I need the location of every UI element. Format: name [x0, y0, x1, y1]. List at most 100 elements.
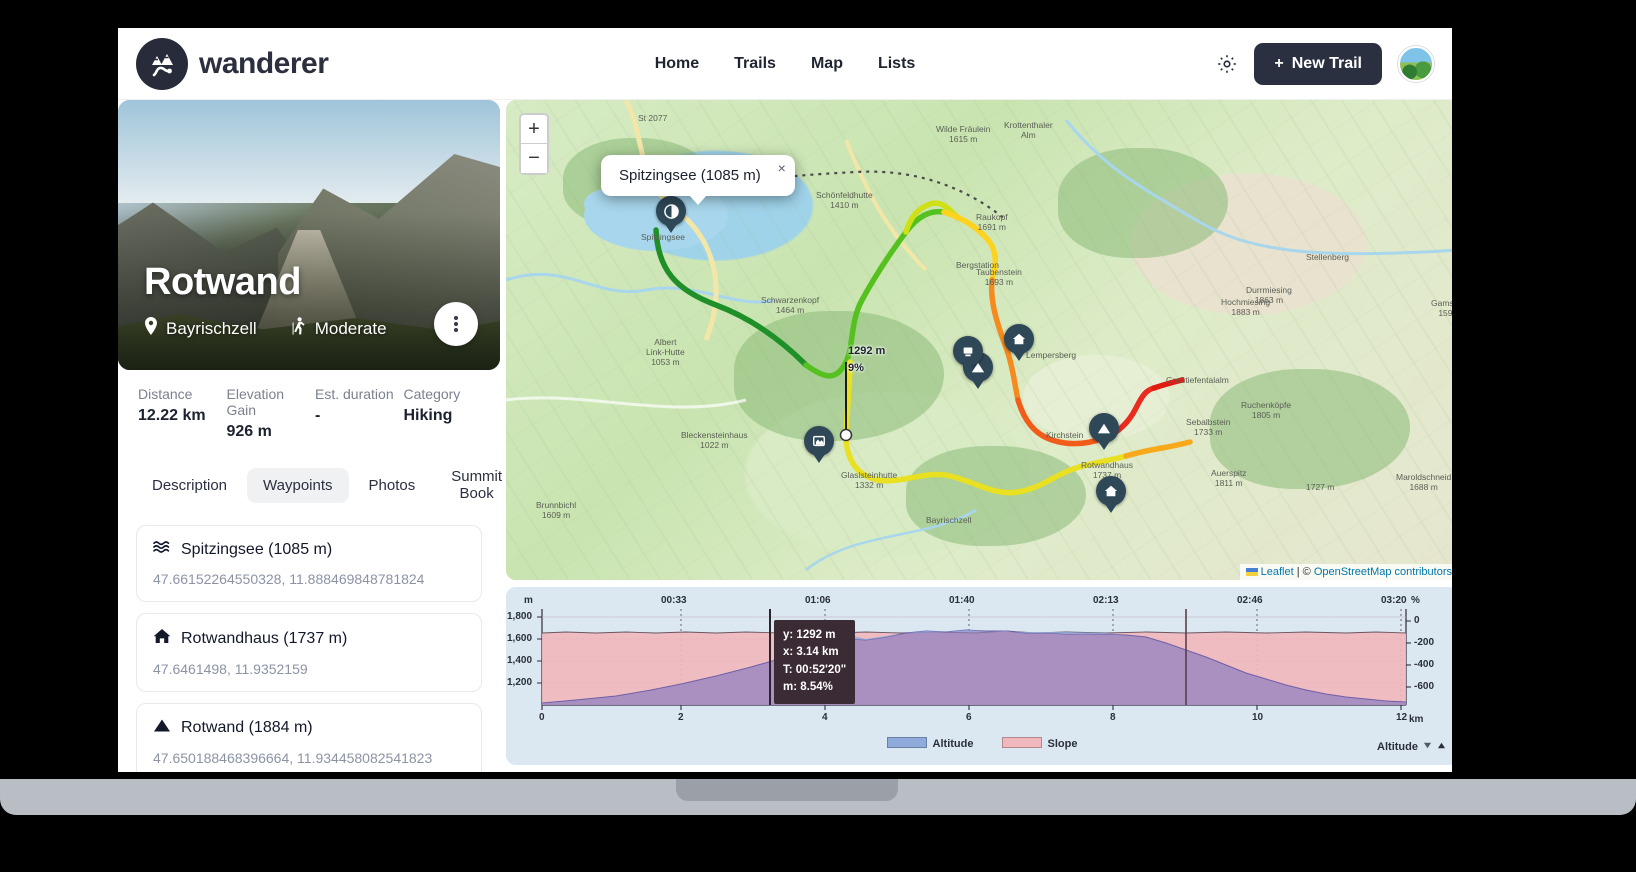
house-icon [153, 628, 171, 649]
attribution-separator: | © [1294, 566, 1314, 578]
waypoint-name: Rotwandhaus (1737 m) [181, 630, 347, 648]
list-item[interactable]: Rotwand (1884 m) 47.650188468396664, 11.… [136, 703, 482, 772]
trail-map[interactable]: 1292 m 9% + − × Spitzingsee (1085 m) [506, 100, 1452, 580]
zoom-out-button[interactable]: − [521, 144, 547, 173]
stat-distance-value: 12.22 km [138, 407, 227, 425]
elevation-profile-chart[interactable]: m % km 1,800 1,600 1,400 1,200 0 -200 -4… [506, 587, 1452, 765]
trail-tabs: Description Waypoints Photos Summit Book [118, 451, 500, 521]
waypoint-title: Spitzingsee (1085 m) [153, 540, 465, 559]
chart-tooltip: y: 1292 m x: 3.14 km T: 00:52'20" m: 8.5… [774, 620, 855, 704]
trail-stats: Distance 12.22 km Elevation Gain 926 m E… [118, 370, 500, 451]
waypoint-name: Spitzingsee (1085 m) [181, 541, 332, 559]
header-actions: + New Trail [1216, 43, 1434, 85]
trail-difficulty-label: Moderate [315, 319, 387, 339]
legend-swatch-altitude [887, 737, 927, 748]
map-marker-hut[interactable] [804, 426, 834, 456]
browser-screen: wanderer Home Trails Map Lists + New Tra… [118, 28, 1452, 772]
trail-location-label: Bayrischzell [166, 319, 257, 339]
zoom-in-button[interactable]: + [521, 115, 547, 144]
nav-item-home[interactable]: Home [655, 55, 699, 73]
waypoint-title: Rotwand (1884 m) [153, 718, 465, 738]
waypoint-title: Rotwandhaus (1737 m) [153, 628, 465, 649]
legend-label-altitude: Altitude [933, 738, 974, 750]
stat-elevation-gain-value: 926 m [227, 423, 316, 441]
waypoint-coordinates: 47.66152264550328, 11.888469848781824 [153, 571, 465, 587]
map-popup: × Spitzingsee (1085 m) [601, 155, 795, 196]
hiker-icon [291, 317, 307, 340]
nav-item-trails[interactable]: Trails [734, 55, 776, 73]
list-item[interactable]: Rotwandhaus (1737 m) 47.6461498, 11.9352… [136, 613, 482, 692]
stat-distance-label: Distance [138, 386, 227, 402]
legend-item-altitude[interactable]: Altitude [887, 737, 974, 750]
leaflet-link[interactable]: Leaflet [1261, 566, 1294, 578]
chart-legend: Altitude Slope [506, 737, 1452, 750]
stat-category-label: Category [404, 386, 493, 402]
new-trail-label: New Trail [1292, 55, 1362, 73]
openstreetmap-link[interactable]: OpenStreetMap contributors [1314, 566, 1452, 578]
map-hover-slope: 9% [848, 362, 864, 374]
trail-difficulty: Moderate [291, 317, 387, 340]
new-trail-button[interactable]: + New Trail [1254, 43, 1382, 85]
sort-desc-icon[interactable] [1423, 741, 1432, 753]
waypoint-coordinates: 47.650188468396664, 11.934458082541823 [153, 750, 465, 766]
water-waves-icon [153, 540, 171, 559]
page-title: Rotwand [144, 261, 301, 304]
legend-swatch-slope [1002, 737, 1042, 748]
map-marker-rotwandhaus[interactable] [1096, 476, 1126, 506]
chart-tooltip-slope: m: 8.54% [783, 679, 846, 696]
tab-photos[interactable]: Photos [353, 468, 432, 503]
map-hover-elevation: 1292 m [848, 345, 885, 357]
page-content: Rotwand Bayrischzell [118, 100, 1452, 772]
stat-duration-label: Est. duration [315, 386, 404, 402]
leaflet-flag-icon [1246, 568, 1258, 576]
map-marker-rotwand[interactable] [1089, 413, 1119, 443]
stat-elevation-gain-label: Elevation Gain [227, 386, 316, 418]
map-marker-station[interactable] [953, 336, 983, 366]
more-options-icon[interactable] [434, 302, 478, 346]
laptop-frame: wanderer Home Trails Map Lists + New Tra… [0, 0, 1636, 872]
map-zoom-controls: + − [519, 113, 549, 175]
map-popup-close-icon[interactable]: × [778, 160, 786, 176]
brand-logo[interactable]: wanderer [136, 38, 328, 90]
laptop-trackpad-notch [676, 779, 898, 801]
stat-duration: Est. duration - [315, 386, 404, 441]
map-and-chart-panel: 1292 m 9% + − × Spitzingsee (1085 m) [506, 100, 1452, 772]
plus-icon: + [1274, 55, 1283, 73]
trail-meta: Bayrischzell Moderate [144, 317, 387, 340]
trail-sidebar: Rotwand Bayrischzell [118, 100, 500, 772]
map-marker-hut-2[interactable] [1004, 324, 1034, 354]
chart-tooltip-y: y: 1292 m [783, 627, 846, 644]
chart-series-selector[interactable]: Altitude [1377, 741, 1446, 753]
avatar[interactable] [1398, 46, 1434, 82]
main-nav: Home Trails Map Lists [655, 55, 916, 73]
stat-category: Category Hiking [404, 386, 493, 441]
stat-duration-value: - [315, 407, 404, 425]
stat-elevation-gain: Elevation Gain 926 m [227, 386, 316, 441]
mountain-icon [153, 718, 171, 738]
tab-description[interactable]: Description [136, 468, 243, 503]
map-popup-text: Spitzingsee (1085 m) [619, 167, 761, 184]
chart-tooltip-x: x: 3.14 km [783, 644, 846, 661]
brand-name: wanderer [199, 47, 328, 81]
chart-selector-label: Altitude [1377, 741, 1418, 753]
waypoint-name: Rotwand (1884 m) [181, 719, 313, 737]
waypoint-list: Spitzingsee (1085 m) 47.66152264550328, … [118, 521, 500, 772]
stat-distance: Distance 12.22 km [138, 386, 227, 441]
wanderer-logo-icon [136, 38, 188, 90]
waypoint-coordinates: 47.6461498, 11.9352159 [153, 661, 465, 677]
nav-item-lists[interactable]: Lists [878, 55, 915, 73]
map-marker-spitzingsee[interactable] [656, 196, 686, 226]
stat-category-value: Hiking [404, 407, 493, 425]
trail-location: Bayrischzell [144, 317, 257, 340]
list-item[interactable]: Spitzingsee (1085 m) 47.66152264550328, … [136, 525, 482, 602]
legend-item-slope[interactable]: Slope [1002, 737, 1078, 750]
map-attribution: Leaflet | © OpenStreetMap contributors [1240, 564, 1452, 580]
tab-waypoints[interactable]: Waypoints [247, 468, 348, 503]
chart-tooltip-time: T: 00:52'20" [783, 662, 846, 679]
sort-asc-icon[interactable] [1437, 741, 1446, 753]
gear-icon[interactable] [1216, 53, 1238, 75]
nav-item-map[interactable]: Map [811, 55, 843, 73]
trail-hero-image: Rotwand Bayrischzell [118, 100, 500, 370]
app-header: wanderer Home Trails Map Lists + New Tra… [118, 28, 1452, 100]
legend-label-slope: Slope [1048, 738, 1078, 750]
